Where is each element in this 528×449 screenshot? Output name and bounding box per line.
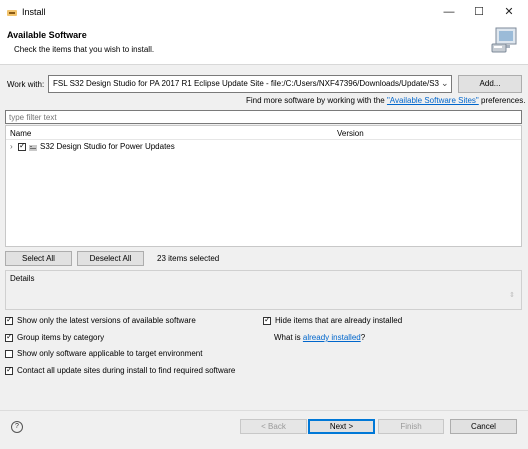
work-with-combo[interactable]: FSL S32 Design Studio for PA 2017 R1 Ecl…	[48, 75, 452, 93]
title-bar: Install — ☐ ✕	[0, 0, 528, 24]
select-all-button[interactable]: Select All	[5, 251, 72, 266]
install-banner-icon	[490, 26, 518, 54]
finish-button[interactable]: Finish	[378, 419, 444, 434]
tree-item-label: S32 Design Studio for Power Updates	[40, 142, 175, 151]
option-contact-sites[interactable]: Contact all update sites during install …	[5, 365, 305, 376]
chevron-down-icon: ⌄	[441, 78, 449, 88]
latest-versions-checkbox[interactable]	[5, 315, 13, 325]
back-button[interactable]: < Back	[240, 419, 307, 434]
add-button[interactable]: Add...	[458, 75, 522, 93]
column-header-name[interactable]: Name	[10, 129, 31, 138]
option-group-by-category[interactable]: Group items by category	[5, 332, 255, 343]
option-latest-versions[interactable]: Show only the latest versions of availab…	[5, 315, 255, 326]
scroll-arrows-icon[interactable]: ⇕	[509, 291, 515, 299]
work-with-label: Work with:	[7, 80, 45, 89]
work-with-value: FSL S32 Design Studio for PA 2017 R1 Ecl…	[53, 79, 439, 88]
what-is-suffix: ?	[360, 333, 366, 342]
column-header-version[interactable]: Version	[337, 129, 364, 138]
group-by-category-checkbox[interactable]	[5, 332, 13, 342]
next-button[interactable]: Next >	[308, 419, 375, 434]
find-more-prefix: Find more software by working with the	[246, 96, 387, 105]
minimize-button[interactable]: —	[440, 4, 458, 20]
cancel-button[interactable]: Cancel	[450, 419, 517, 434]
contact-sites-checkbox[interactable]	[5, 365, 13, 375]
hide-installed-label: Hide items that are already installed	[275, 316, 403, 325]
window-title: Install	[22, 7, 46, 17]
column-divider	[6, 139, 521, 140]
available-sites-link[interactable]: "Available Software Sites"	[387, 96, 479, 105]
category-icon	[29, 144, 37, 151]
page-header: Available Software Check the items that …	[0, 24, 528, 64]
option-hide-installed[interactable]: Hide items that are already installed	[263, 315, 463, 326]
software-tree: Name Version › S32 Design Studio for Pow…	[5, 125, 522, 247]
find-more-suffix: preferences.	[478, 96, 526, 105]
target-environment-label: Show only software applicable to target …	[17, 349, 203, 358]
tree-row-checkbox[interactable]	[18, 141, 26, 151]
deselect-all-button[interactable]: Deselect All	[77, 251, 144, 266]
eclipse-icon	[7, 9, 17, 16]
details-label: Details	[10, 274, 35, 283]
option-target-environment[interactable]: Show only software applicable to target …	[5, 349, 255, 359]
page-subtitle: Check the items that you wish to install…	[14, 45, 155, 54]
what-is-installed-text: What is already installed?	[274, 333, 365, 342]
tree-row[interactable]: › S32 Design Studio for Power Updates	[8, 141, 308, 153]
target-environment-checkbox[interactable]	[5, 350, 13, 358]
hide-installed-checkbox[interactable]	[263, 315, 271, 325]
maximize-button[interactable]: ☐	[470, 4, 488, 20]
find-more-text: Find more software by working with the "…	[246, 96, 525, 105]
already-installed-link[interactable]: already installed	[303, 333, 361, 342]
filter-input[interactable]	[5, 110, 522, 124]
help-icon[interactable]: ?	[11, 421, 23, 433]
close-button[interactable]: ✕	[500, 4, 518, 20]
expand-arrow-icon[interactable]: ›	[10, 142, 13, 151]
latest-versions-label: Show only the latest versions of availab…	[17, 316, 196, 325]
what-is-prefix: What is	[274, 333, 303, 342]
selection-count: 23 items selected	[157, 254, 220, 263]
details-panel: Details ⇕	[5, 270, 522, 310]
group-by-category-label: Group items by category	[17, 333, 105, 342]
contact-sites-label: Contact all update sites during install …	[17, 366, 236, 375]
page-title: Available Software	[7, 30, 87, 40]
